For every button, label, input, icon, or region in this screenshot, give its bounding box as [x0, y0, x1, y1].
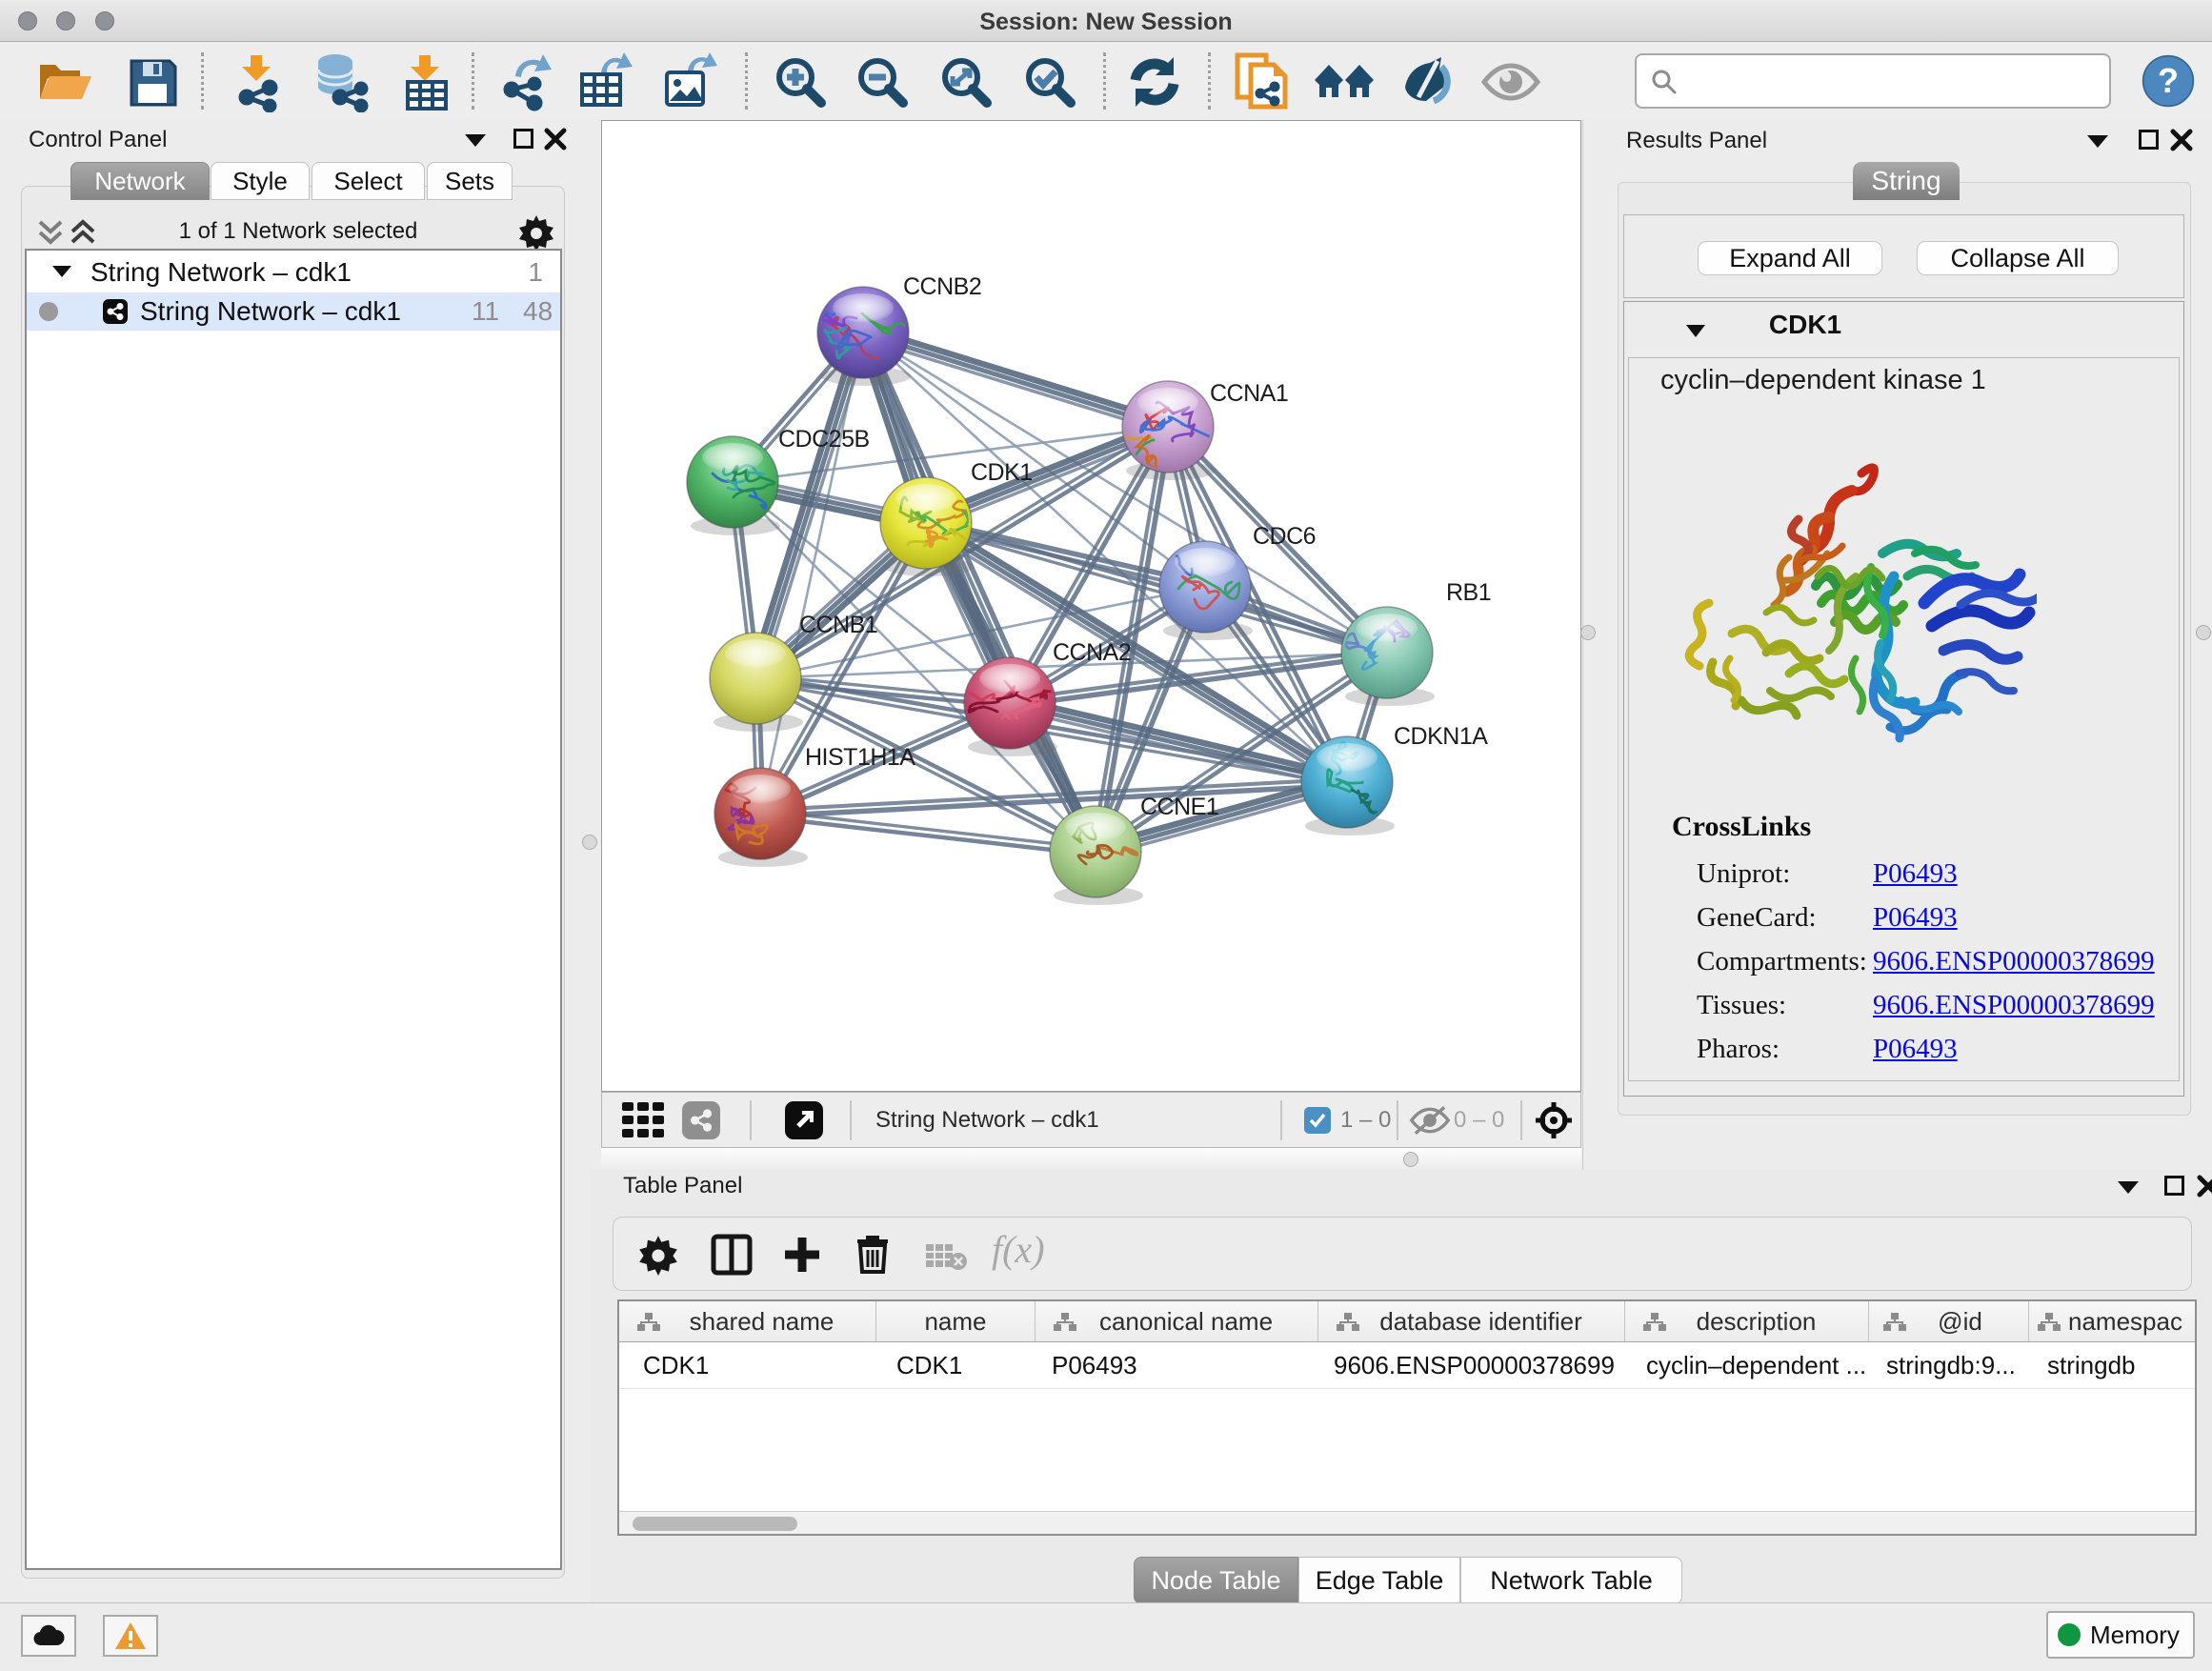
svg-text:CDC6: CDC6 [1253, 523, 1316, 550]
svg-text:RB1: RB1 [1446, 579, 1491, 606]
svg-text:CCNA1: CCNA1 [1210, 380, 1288, 407]
svg-text:CCNB1: CCNB1 [799, 612, 877, 638]
svg-text:CDK1: CDK1 [971, 459, 1033, 486]
svg-text:CCNB2: CCNB2 [903, 273, 981, 300]
svg-text:CCNE1: CCNE1 [1140, 794, 1218, 820]
svg-text:CCNA2: CCNA2 [1053, 639, 1131, 666]
svg-text:?: ? [2158, 61, 2179, 100]
svg-text:CDC25B: CDC25B [778, 426, 870, 453]
svg-text:CDKN1A: CDKN1A [1394, 723, 1488, 750]
svg-text:HIST1H1A: HIST1H1A [805, 744, 915, 771]
